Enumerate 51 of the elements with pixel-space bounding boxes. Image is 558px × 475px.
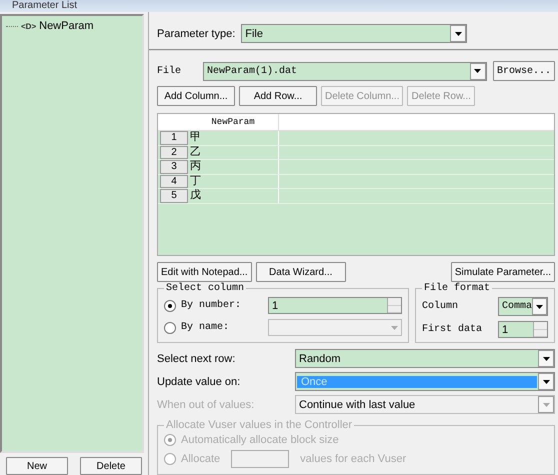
field-label: values for each Vuser: [300, 453, 406, 465]
table-action-button[interactable]: Add Column...: [157, 86, 235, 106]
radio-label: Allocate: [181, 453, 220, 465]
field-label: Select next row:: [157, 352, 236, 364]
caret-icon: [390, 326, 398, 330]
field-label: When out of values:: [157, 398, 256, 410]
column-number-field[interactable]: 1: [268, 297, 402, 314]
caret-icon: [474, 69, 482, 73]
field-label: First data: [422, 324, 482, 335]
group-title: Select column: [165, 283, 246, 294]
row-header: 2: [160, 146, 188, 159]
table-cell: 甲: [188, 131, 279, 144]
table-cell: 戊: [188, 189, 279, 202]
table-cell: 乙: [188, 146, 279, 159]
field-label: Parameter type:: [157, 28, 236, 40]
delimiter-dropdown[interactable]: Comma: [498, 297, 548, 316]
caret-icon: [542, 380, 550, 384]
browse-button[interactable]: Browse...: [492, 61, 555, 81]
radio-button[interactable]: [164, 300, 176, 312]
simulate-button[interactable]: Simulate Parameter...: [450, 262, 555, 282]
table-cell: 丁: [188, 174, 279, 188]
field-label: File: [157, 66, 182, 76]
column-header: NewParam: [188, 114, 279, 130]
caret-icon: [536, 304, 543, 308]
table-cell: 丙: [188, 160, 279, 174]
parameter-type-dropdown[interactable]: File: [241, 24, 468, 43]
caret-icon: [454, 32, 462, 36]
parameter-type-icon: <D>: [21, 22, 36, 30]
new-button[interactable]: New: [6, 457, 68, 475]
first-data-field[interactable]: 1: [498, 321, 548, 338]
notepad-button[interactable]: Edit with Notepad...: [157, 262, 252, 282]
radio-label: Automatically allocate block size: [181, 434, 339, 446]
field-label: Column: [422, 301, 458, 312]
row-header: 3: [160, 160, 188, 174]
radio-label: By number:: [181, 300, 242, 311]
path-dropdown[interactable]: NewParam(1).dat: [203, 62, 487, 80]
radio-label: By name:: [181, 322, 230, 333]
row-header: 1: [160, 131, 188, 144]
window-title: Parameter List: [0, 0, 558, 12]
group-title: File format: [423, 283, 492, 294]
wizard-button[interactable]: Data Wizard...: [256, 262, 346, 282]
setting-dropdown[interactable]: Random: [295, 349, 555, 368]
tree-item[interactable]: NewParam: [39, 20, 94, 32]
field-label: Update value on:: [157, 376, 242, 388]
group-title: Allocate Vuser values in the Controller: [165, 419, 354, 431]
row-header: 5: [160, 189, 188, 202]
table-action-button[interactable]: Add Row...: [239, 86, 317, 106]
caret-icon: [542, 356, 550, 360]
caret-icon: [542, 402, 550, 406]
row-header: 4: [160, 174, 188, 188]
delete-button[interactable]: Delete: [80, 457, 142, 475]
